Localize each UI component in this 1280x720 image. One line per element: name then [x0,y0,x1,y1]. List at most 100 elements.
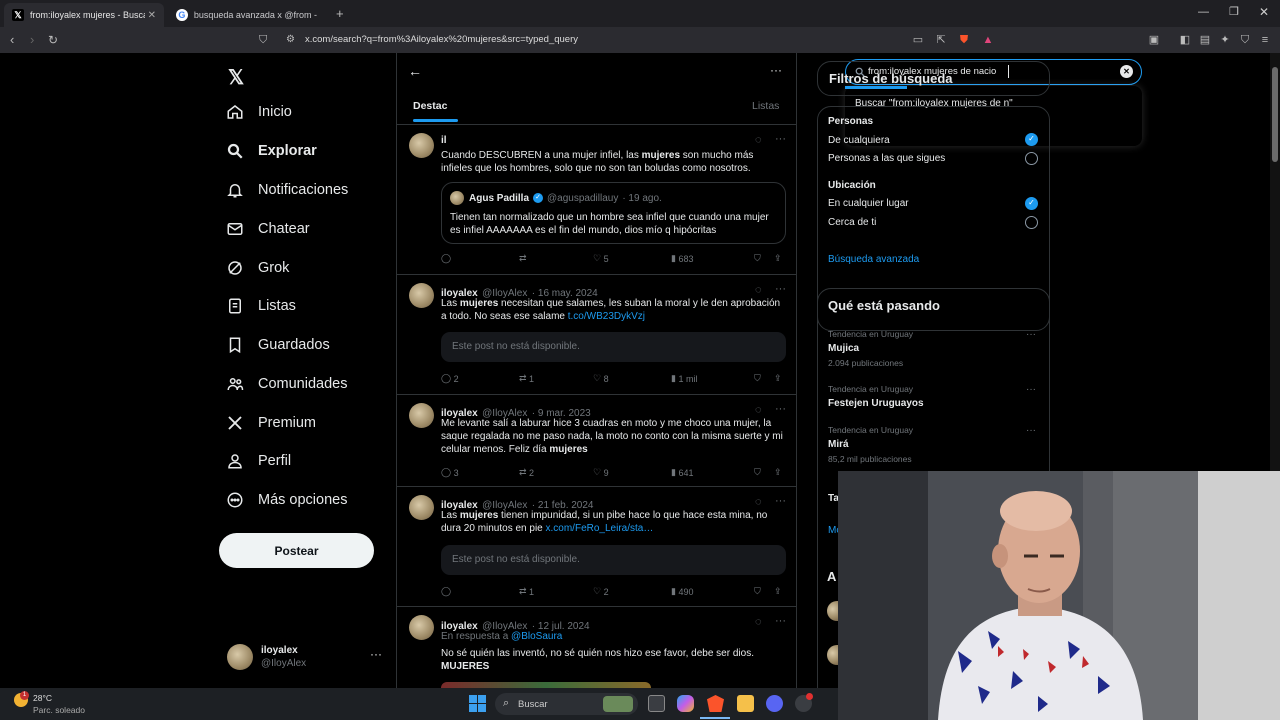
like-button[interactable]: ♡ 5 [593,253,671,264]
vpn-icon[interactable]: ⛉ [1238,33,1252,47]
x-logo-icon[interactable]: 𝕏 [228,65,244,90]
sidebar-item-chatear[interactable]: Chatear [226,216,310,242]
more-icon[interactable]: ··· [1026,384,1036,395]
bookmark-icon[interactable]: ⛉ [754,586,774,597]
windows-start-icon[interactable] [469,695,486,712]
maximize-button[interactable]: ❐ [1229,5,1239,18]
grok-icon[interactable]: ◌ [755,284,762,296]
wallet-icon[interactable]: ▤ [1198,33,1212,47]
radio-anyone-checked[interactable]: ✓ [1025,133,1038,146]
close-window-button[interactable]: ✕ [1259,5,1269,19]
tweet[interactable]: iloyalex @IloyAlex · 16 may. 2024 ◌ ··· … [397,275,796,395]
sidebar-item-premium[interactable]: Premium [226,410,316,436]
sidebar-item-inicio[interactable]: Inicio [226,99,292,125]
browser-tab[interactable]: G busqueda avanzada x @from - Buscar [168,3,328,27]
file-explorer-icon[interactable] [737,695,754,712]
scrollbar-thumb[interactable] [1272,67,1278,162]
sidebar-item-explorar[interactable]: Explorar [226,138,317,164]
account-switcher[interactable]: iloyalex @IloyAlex ··· [219,638,389,678]
tweet-author-name[interactable]: il [441,135,447,146]
more-icon[interactable]: ··· [775,495,786,507]
menu-icon[interactable]: ≡ [1258,33,1272,47]
new-tab-button[interactable]: + [336,6,344,21]
share-icon[interactable]: ⇪ [774,586,782,597]
task-view-icon[interactable] [648,695,665,712]
repost-button[interactable]: ⇄ 1 [519,373,593,384]
site-info-icon[interactable]: ⚙ [286,33,295,47]
sidebar-item-mas-opciones[interactable]: Más opciones [226,487,347,513]
close-tab-icon[interactable]: ✕ [148,10,156,21]
radio-near-you[interactable] [1025,216,1038,229]
brave-icon[interactable] [707,695,724,712]
tweet-link[interactable]: x.com/FeRo_Leira/sta… [546,523,654,534]
more-icon[interactable]: ··· [1026,425,1036,436]
sidebar-toggle-icon[interactable]: ◧ [1178,33,1192,47]
repost-icon[interactable]: ⇄ [519,253,593,264]
views-button[interactable]: ▮ 641 [671,467,754,478]
discord-icon[interactable] [766,695,783,712]
more-icon[interactable]: ··· [775,133,786,145]
share-icon[interactable]: ⇪ [774,253,782,264]
option-following[interactable]: Personas a las que sigues [828,153,945,164]
share-icon[interactable]: ⇱ [934,33,948,47]
reply-to-link[interactable]: @BloSaura [511,631,562,642]
grok-icon[interactable]: ◌ [755,616,762,628]
taskbar-search[interactable]: ⌕ Buscar [495,693,638,715]
tweet-link[interactable]: t.co/WB23DykVzj [568,311,645,322]
reload-icon[interactable]: ↻ [48,33,58,47]
grok-icon[interactable]: ◌ [755,496,762,508]
back-icon[interactable]: ‹ [10,33,14,47]
sidebar-item-perfil[interactable]: Perfil [226,448,291,474]
minimize-button[interactable]: — [1198,6,1209,18]
like-button[interactable]: ♡ 9 [593,467,671,478]
brave-rewards-icon[interactable]: ▲ [981,33,995,47]
clear-search-icon[interactable]: ✕ [1120,65,1133,78]
sidebar-item-guardados[interactable]: Guardados [226,332,330,358]
leo-icon[interactable]: ✦ [1218,33,1232,47]
grok-icon[interactable]: ◌ [755,134,762,146]
browser-tab-active[interactable]: 𝕏 from:iloyalex mujeres - Buscar / X ✕ [4,3,164,27]
trend-item[interactable]: Tendencia en Uruguay Festejen Uruguayos [828,384,924,409]
bookmark-icon[interactable]: ⛉ [754,253,774,264]
more-icon[interactable]: ··· [775,403,786,415]
reply-button[interactable]: ◯ 2 [441,373,519,384]
reply-button[interactable]: ◯ 3 [441,467,519,478]
sidebar-item-notificaciones[interactable]: Notificaciones [226,177,348,203]
sidebar-item-listas[interactable]: Listas [226,293,296,319]
share-icon[interactable]: ⇪ [774,373,782,384]
sidebar-item-comunidades[interactable]: Comunidades [226,371,347,397]
tweet[interactable]: iloyalex @IloyAlex · 9 mar. 2023 ◌ ··· M… [397,395,796,487]
tweet[interactable]: iloyalex @IloyAlex · 12 jul. 2024 ◌ ··· … [397,607,796,688]
like-button[interactable]: ♡ 2 [593,586,671,597]
brave-shield-icon[interactable]: ⛊ [957,33,971,47]
repost-button[interactable]: ⇄ 2 [519,467,593,478]
repost-button[interactable]: ⇄ 1 [519,586,593,597]
url-field[interactable]: x.com/search?q=from%3Ailoyalex%20mujeres… [305,34,578,45]
sidebar-item-grok[interactable]: Grok [226,255,289,281]
more-icon[interactable]: ··· [1026,329,1036,340]
option-near-you[interactable]: Cerca de ti [828,217,876,228]
bookmark-icon[interactable]: ⛉ [754,373,774,384]
quoted-tweet[interactable]: Agus Padilla ✓ @aguspadillauy · 19 ago. … [441,182,786,244]
radio-anywhere-checked[interactable]: ✓ [1025,197,1038,210]
reply-icon[interactable]: ◯ [441,253,519,264]
tab-featured[interactable]: Destac [413,100,447,112]
tab-lists[interactable]: Listas [752,100,779,112]
advanced-search-link[interactable]: Búsqueda avanzada [828,254,919,265]
reply-icon[interactable]: ◯ [441,586,519,597]
more-icon[interactable]: ··· [775,615,786,627]
trend-item[interactable]: Tendencia en Uruguay Mirá 85,2 mil publi… [828,425,913,464]
bookmark-page-icon[interactable]: ⛉ [259,33,267,47]
tweet[interactable]: iloyalex @IloyAlex · 21 feb. 2024 ◌ ··· … [397,487,796,607]
post-button[interactable]: Postear [219,533,374,568]
views-button[interactable]: ▮ 490 [671,586,754,597]
copilot-icon[interactable] [677,695,694,712]
reader-icon[interactable]: ▣ [1147,33,1161,47]
forward-icon[interactable]: › [30,33,34,47]
more-icon[interactable]: ··· [370,647,382,661]
search-options-icon[interactable]: ··· [770,63,782,77]
option-anywhere[interactable]: En cualquier lugar [828,198,909,209]
tweet[interactable]: il ◌ ··· Cuando DESCUBREN a una mujer in… [397,125,796,275]
trend-item[interactable]: Tendencia en Uruguay Mujica 2.094 public… [828,329,913,368]
cast-icon[interactable]: ▭ [911,33,925,47]
